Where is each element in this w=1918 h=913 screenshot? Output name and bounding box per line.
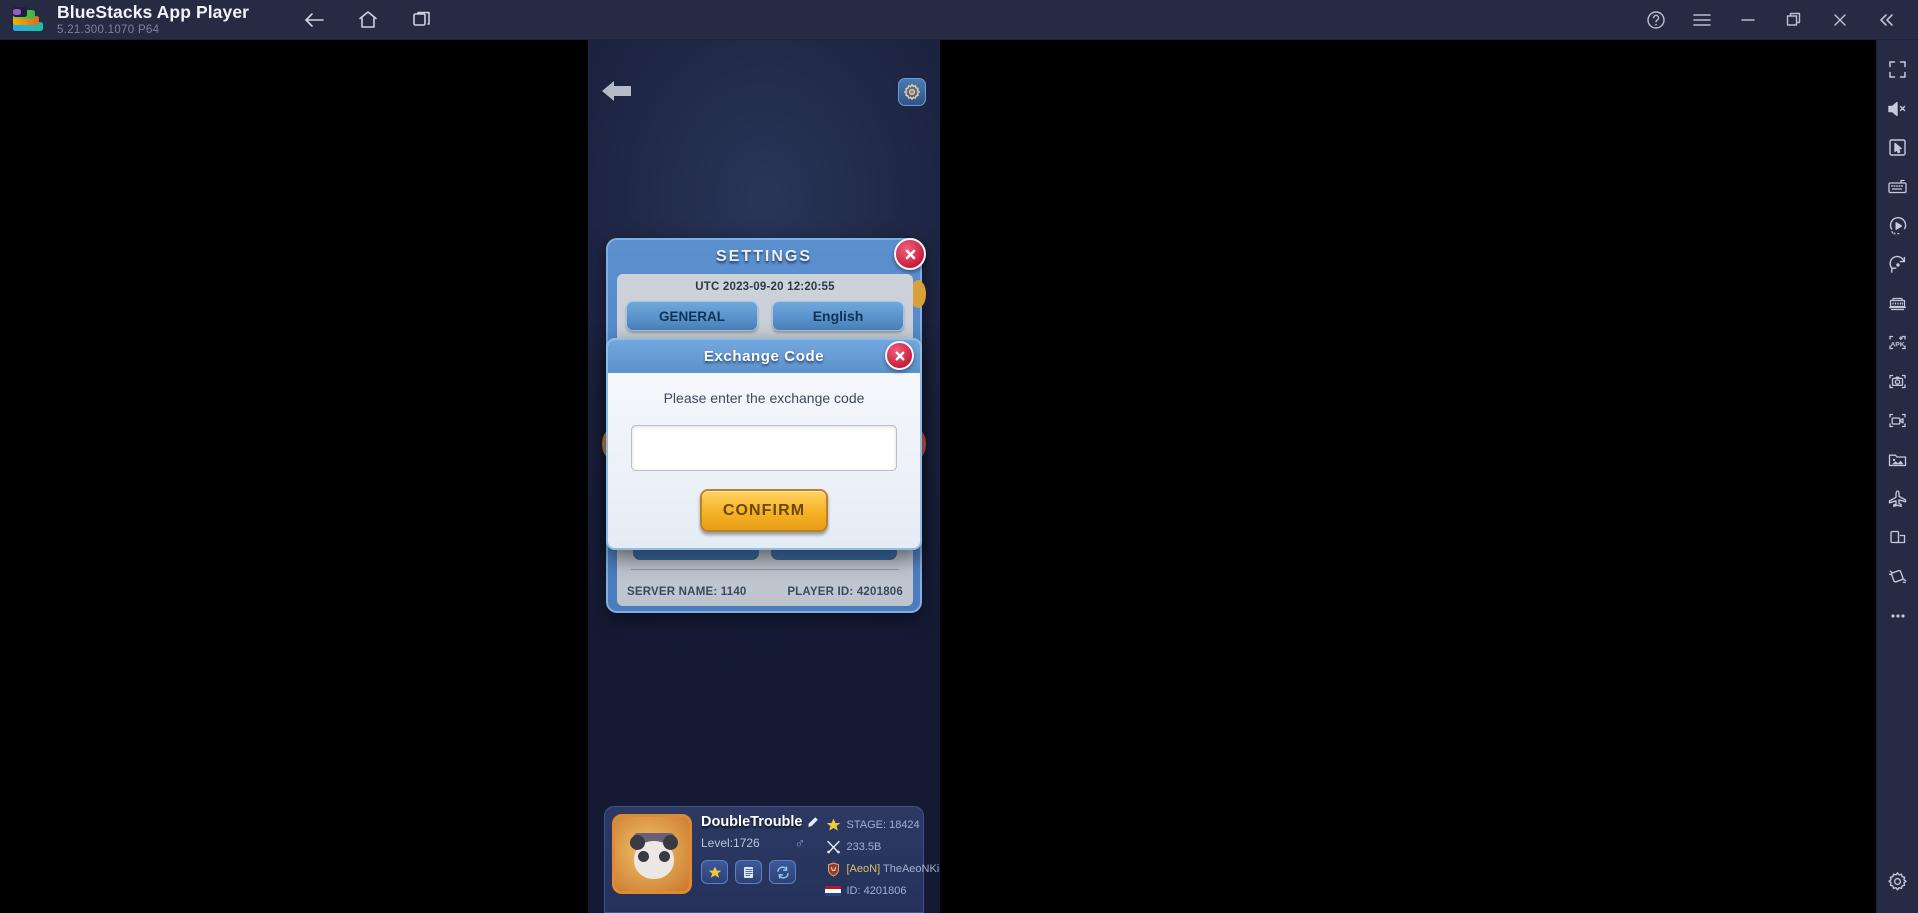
title-block: BlueStacks App Player 5.21.300.1070 P64	[57, 2, 250, 36]
window-controls	[1636, 0, 1906, 40]
install-apk-button[interactable]: APK	[1879, 323, 1917, 362]
player-level-row: Level:1726 ♂	[701, 835, 805, 851]
mute-button[interactable]	[1879, 89, 1917, 128]
player-action-row	[701, 860, 819, 884]
damage-stat: 233.5B	[825, 838, 941, 856]
fullscreen-button[interactable]	[1879, 50, 1917, 89]
macro-recorder-button[interactable]	[1879, 206, 1917, 245]
male-icon: ♂	[794, 835, 806, 851]
stage-stat: STAGE: 18424	[825, 816, 941, 834]
title-bar: BlueStacks App Player 5.21.300.1070 P64	[0, 0, 1918, 40]
panda-avatar-icon[interactable]	[612, 814, 692, 894]
player-name: DoubleTrouble	[701, 814, 803, 830]
exchange-modal-close-button[interactable]	[885, 341, 914, 370]
settings-button[interactable]	[1879, 862, 1917, 901]
player-name-row: DoubleTrouble	[701, 814, 819, 830]
achievements-button[interactable]	[701, 860, 728, 884]
id-stat-text: ID: 4201806	[846, 885, 907, 897]
bluestacks-logo-icon	[13, 6, 43, 33]
settings-info-row: SERVER NAME: 1140 PLAYER ID: 4201806	[627, 586, 903, 598]
switch-account-button[interactable]	[769, 860, 796, 884]
exchange-modal-prompt: Please enter the exchange code	[663, 390, 865, 406]
server-name: SERVER NAME: 1140	[627, 586, 747, 598]
confirm-button[interactable]: CONFIRM	[700, 489, 828, 532]
exchange-code-modal: Exchange Code Please enter the exchange …	[606, 338, 922, 550]
damage-stat-text: 233.5B	[846, 841, 882, 853]
gamepad-controls-button[interactable]	[1879, 284, 1917, 323]
notes-button[interactable]	[735, 860, 762, 884]
keyboard-controls-button[interactable]	[1879, 167, 1917, 206]
exchange-code-input[interactable]	[631, 425, 897, 471]
minimize-button[interactable]	[1728, 4, 1768, 36]
player-info: DoubleTrouble Level:1726 ♂	[701, 814, 819, 905]
game-viewport: SETTINGS UTC 2023-09-20 12:20:55 GENERAL…	[588, 40, 940, 913]
utc-time: UTC 2023-09-20 12:20:55	[695, 281, 835, 293]
exchange-modal-header: Exchange Code	[608, 340, 920, 373]
help-button[interactable]	[1636, 4, 1676, 36]
shake-button[interactable]	[1879, 557, 1917, 596]
guild-stat-text: [AeoN] TheAeoNKings	[847, 863, 941, 875]
stage-stat-text: STAGE: 18424	[846, 819, 920, 831]
game-back-button[interactable]	[600, 76, 634, 106]
svg-text:APK: APK	[1891, 342, 1905, 349]
close-button[interactable]	[1820, 4, 1860, 36]
collapse-sidebar-button[interactable]	[1866, 4, 1906, 36]
right-toolbar: APK	[1876, 40, 1918, 913]
star-icon	[825, 817, 842, 833]
pencil-icon[interactable]	[806, 816, 819, 829]
general-tab-button[interactable]: GENERAL	[626, 301, 758, 331]
nav-button-group	[295, 4, 441, 36]
home-button[interactable]	[349, 4, 387, 36]
player-stats: STAGE: 18424 233.5B [AeoN] TheAeoNKings	[825, 814, 941, 905]
record-screen-button[interactable]	[1879, 401, 1917, 440]
multi-instance-button[interactable]	[1879, 518, 1917, 557]
rotate-button[interactable]	[1879, 245, 1917, 284]
swords-icon	[825, 839, 842, 855]
guild-name: TheAeoNKings	[883, 863, 940, 875]
app-title: BlueStacks App Player	[57, 2, 250, 23]
guild-shield-icon	[825, 861, 842, 877]
language-button[interactable]: English	[772, 301, 904, 331]
cursor-button[interactable]	[1879, 128, 1917, 167]
guild-tag: [AeoN]	[846, 863, 881, 875]
exchange-modal-body: Please enter the exchange code CONFIRM	[608, 373, 920, 548]
id-stat: ID: 4201806	[825, 882, 941, 900]
settings-divider	[631, 569, 899, 570]
screenshot-button[interactable]	[1879, 362, 1917, 401]
maximize-button[interactable]	[1774, 4, 1814, 36]
eco-mode-button[interactable]	[1879, 479, 1917, 518]
player-card: DoubleTrouble Level:1726 ♂ STAGE: 18424 …	[604, 806, 940, 913]
game-settings-button[interactable]	[898, 78, 926, 106]
instance-manager-button[interactable]	[403, 4, 441, 36]
settings-title: SETTINGS	[715, 248, 812, 265]
menu-button[interactable]	[1682, 4, 1722, 36]
back-button[interactable]	[295, 4, 333, 36]
app-version: 5.21.300.1070 P64	[57, 23, 160, 36]
bluestacks-window: BlueStacks App Player 5.21.300.1070 P64	[0, 0, 1918, 913]
settings-option-row-top: GENERAL English	[617, 301, 913, 331]
more-button[interactable]	[1879, 596, 1917, 635]
exchange-modal-title: Exchange Code	[703, 348, 825, 365]
player-id: PLAYER ID: 4201806	[787, 586, 903, 598]
settings-close-button[interactable]	[894, 238, 926, 270]
guild-stat: [AeoN] TheAeoNKings	[825, 860, 941, 878]
media-manager-button[interactable]	[1879, 440, 1917, 479]
player-level: Level:1726	[701, 836, 760, 850]
flag-icon	[825, 883, 842, 899]
